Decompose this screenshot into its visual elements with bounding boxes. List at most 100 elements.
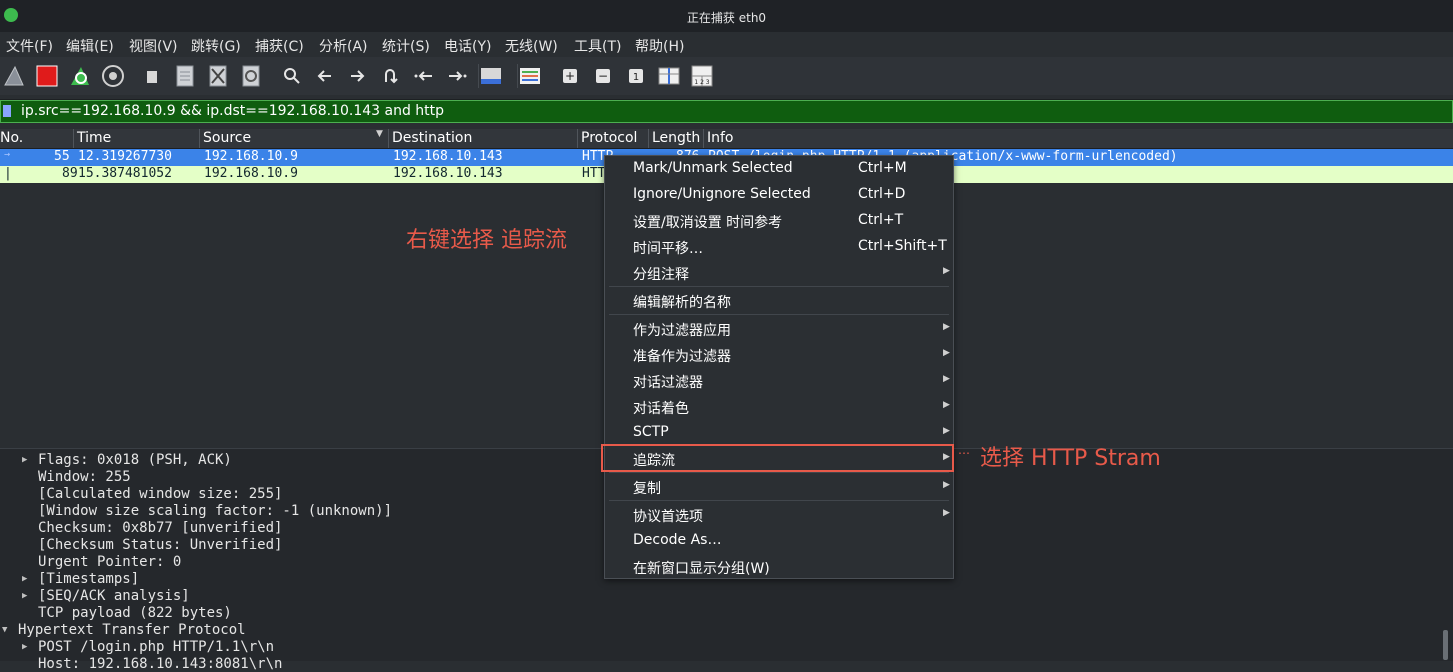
menu-item-copy[interactable]: 复制 ▶ <box>605 474 953 500</box>
display-filter-text: ip.src==192.168.10.9 && ip.dst==192.168.… <box>21 103 445 119</box>
detail-line[interactable]: TCP payload (822 bytes) <box>38 605 232 621</box>
filter-bookmark-icon[interactable] <box>3 105 11 117</box>
detail-line[interactable]: ▶ POST /login.php HTTP/1.1\r\n <box>22 639 274 655</box>
menu-item-colorize-conversation[interactable]: 对话着色 ▶ <box>605 394 953 420</box>
column-source[interactable]: Source <box>203 130 251 146</box>
collapse-arrow-icon[interactable]: ▼ <box>2 625 7 635</box>
display-filter-input[interactable]: ip.src==192.168.10.9 && ip.dst==192.168.… <box>0 100 1453 123</box>
packet-time: 12.319267730 <box>78 149 172 164</box>
menu-view[interactable]: 视图(V) <box>129 36 178 56</box>
submenu-arrow-icon: ▶ <box>943 266 950 276</box>
expand-arrow-icon[interactable]: ▶ <box>22 642 27 652</box>
go-to-packet-icon[interactable] <box>378 64 402 88</box>
zoom-in-glyph: + <box>565 69 575 83</box>
stop-capture-icon[interactable] <box>35 64 59 88</box>
menu-edit[interactable]: 编辑(E) <box>66 36 114 56</box>
column-time[interactable]: Time <box>77 130 111 146</box>
details-scrollbar[interactable] <box>1443 630 1448 660</box>
shark-fin-icon[interactable] <box>2 64 26 88</box>
menu-help[interactable]: 帮助(H) <box>635 36 684 56</box>
packet-no: 55 <box>54 149 70 164</box>
menu-item-ignore[interactable]: Ignore/Unignore Selected Ctrl+D <box>605 182 953 208</box>
context-menu: Mark/Unmark Selected Ctrl+M Ignore/Unigno… <box>604 155 954 579</box>
menu-file[interactable]: 文件(F) <box>6 36 53 56</box>
open-file-icon[interactable] <box>140 64 164 88</box>
title-bar: 正在捕获 eth0 <box>0 0 1453 32</box>
menu-item-decode-as[interactable]: Decode As… <box>605 528 953 554</box>
column-info[interactable]: Info <box>707 130 734 146</box>
go-forward-icon[interactable] <box>345 64 369 88</box>
menu-statistics[interactable]: 统计(S) <box>382 36 430 56</box>
display-filter-bar: ip.src==192.168.10.9 && ip.dst==192.168.… <box>0 99 1453 123</box>
menu-telephony[interactable]: 电话(Y) <box>444 36 491 56</box>
go-last-icon[interactable] <box>445 64 469 88</box>
menu-item-apply-as-filter[interactable]: 作为过滤器应用 ▶ <box>605 316 953 342</box>
menu-item-mark[interactable]: Mark/Unmark Selected Ctrl+M <box>605 156 953 182</box>
menu-item-time-reference[interactable]: 设置/取消设置 时间参考 Ctrl+T <box>605 208 953 234</box>
go-first-icon[interactable] <box>412 64 436 88</box>
close-file-icon[interactable] <box>206 64 230 88</box>
zoom-out-glyph: − <box>598 69 608 83</box>
packet-request-arrow-icon: → <box>4 149 11 160</box>
detail-line[interactable]: ▶ Flags: 0x018 (PSH, ACK) <box>22 452 232 468</box>
submenu-arrow-icon: ▶ <box>943 348 950 358</box>
menu-item-conversation-filter[interactable]: 对话过滤器 ▶ <box>605 368 953 394</box>
restart-capture-icon[interactable] <box>68 64 92 88</box>
column-protocol[interactable]: Protocol <box>581 130 637 146</box>
detail-line[interactable]: Window: 255 <box>38 469 131 485</box>
column-no[interactable]: No. <box>0 130 23 146</box>
packet-source: 192.168.10.9 <box>204 149 298 164</box>
zoom-in-icon[interactable]: + <box>558 64 582 88</box>
expand-arrow-icon[interactable]: ▶ <box>22 591 27 601</box>
menu-item-protocol-preferences[interactable]: 协议首选项 ▶ <box>605 502 953 528</box>
annotation-connector: ⋯ <box>958 446 970 460</box>
menu-item-prepare-as-filter[interactable]: 准备作为过滤器 ▶ <box>605 342 953 368</box>
expand-arrow-icon[interactable]: ▶ <box>22 574 27 584</box>
detail-line[interactable]: ▶ [SEQ/ACK analysis] <box>22 588 190 604</box>
menu-item-edit-resolved-name[interactable]: 编辑解析的名称 <box>605 288 953 314</box>
zoom-out-icon[interactable]: − <box>591 64 615 88</box>
normal-size-glyph: 1 <box>633 72 639 83</box>
detail-line[interactable]: Urgent Pointer: 0 <box>38 554 181 570</box>
submenu-arrow-icon: ▶ <box>943 322 950 332</box>
menu-wireless[interactable]: 无线(W) <box>505 36 558 56</box>
capture-options-icon[interactable] <box>101 64 125 88</box>
menu-analyze[interactable]: 分析(A) <box>319 36 368 56</box>
menu-item-packet-comment[interactable]: 分组注释 ▶ <box>605 260 953 286</box>
detail-line-http[interactable]: ▼ Hypertext Transfer Protocol <box>2 622 246 638</box>
column-length[interactable]: Length <box>652 130 700 146</box>
find-packet-icon[interactable] <box>280 64 304 88</box>
resize-columns-icon[interactable] <box>657 64 681 88</box>
detail-line[interactable]: Host: 192.168.10.143:8081\r\n <box>38 656 282 672</box>
detail-line[interactable]: [Calculated window size: 255] <box>38 486 282 502</box>
reload-file-icon[interactable] <box>239 64 263 88</box>
go-back-icon[interactable] <box>313 64 337 88</box>
column-destination[interactable]: Destination <box>392 130 472 146</box>
menu-item-sctp[interactable]: SCTP ▶ <box>605 420 953 446</box>
packet-bracket-icon: | <box>4 166 12 181</box>
menu-go[interactable]: 跳转(G) <box>191 36 241 56</box>
colorize-icon[interactable] <box>517 64 542 88</box>
packet-no: 89 <box>62 166 78 181</box>
layout-icon[interactable]: 1 2 3 <box>690 64 714 88</box>
submenu-arrow-icon: ▶ <box>943 374 950 384</box>
sort-descending-icon: ▼ <box>376 129 383 139</box>
save-file-icon[interactable] <box>173 64 197 88</box>
detail-line[interactable]: ▶ [Timestamps] <box>22 571 139 587</box>
window-title: 正在捕获 eth0 <box>686 11 767 25</box>
menu-item-show-in-new-window[interactable]: 在新窗口显示分组(W) <box>605 554 953 580</box>
expand-arrow-icon[interactable]: ▶ <box>22 455 27 465</box>
menu-capture[interactable]: 捕获(C) <box>255 36 304 56</box>
detail-line[interactable]: [Checksum Status: Unverified] <box>38 537 282 553</box>
detail-line[interactable]: [Window size scaling factor: -1 (unknown… <box>38 503 392 519</box>
packet-source: 192.168.10.9 <box>204 166 298 181</box>
menu-tools[interactable]: 工具(T) <box>574 36 621 56</box>
auto-scroll-icon[interactable] <box>478 64 503 88</box>
normal-size-icon[interactable]: 1 <box>624 64 648 88</box>
packet-time: 15.387481052 <box>78 166 172 181</box>
packet-destination: 192.168.10.143 <box>393 166 503 181</box>
menu-bar: 文件(F) 编辑(E) 视图(V) 跳转(G) 捕获(C) 分析(A) 统计(S… <box>0 32 1453 56</box>
menu-item-time-shift[interactable]: 时间平移… Ctrl+Shift+T <box>605 234 953 260</box>
detail-line[interactable]: Checksum: 0x8b77 [unverified] <box>38 520 282 536</box>
annotation-select-stream: 选择 HTTP Stram <box>980 446 1161 471</box>
